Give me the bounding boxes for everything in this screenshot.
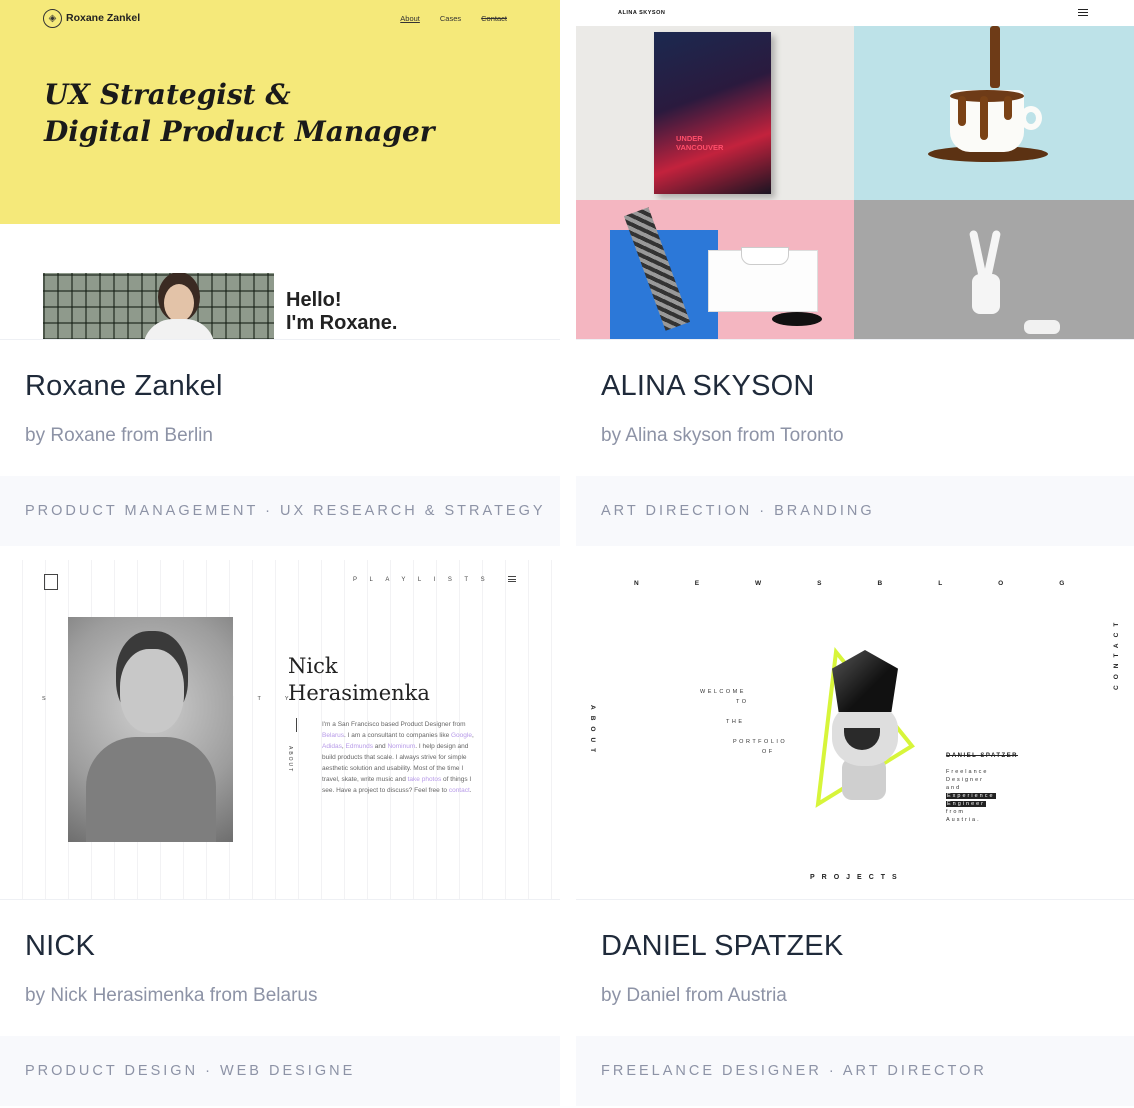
preview-name: DANIEL SPATZER: [946, 753, 1019, 759]
portrait-photo: [43, 273, 274, 339]
preview-projects-link: PROJECTS: [810, 874, 904, 881]
peace-hand-image: [854, 200, 1134, 339]
portrait-photo: [814, 646, 924, 806]
card-preview[interactable]: ◈ Roxane Zankel About Cases Contact UX S…: [0, 0, 560, 340]
card-tags: PRODUCT MANAGEMENT · UX RESEARCH & STRAT…: [0, 476, 560, 546]
card-tags: FREELANCE DESIGNER · ART DIRECTOR: [576, 1036, 1134, 1106]
preview-bio: I'm a San Francisco based Product Design…: [322, 721, 474, 794]
card-title[interactable]: ALINA SKYSON: [601, 370, 1110, 403]
preview-nav: ◈ Roxane Zankel About Cases Contact: [43, 8, 507, 28]
card-byline: by Alina skyson from Toronto: [601, 425, 844, 446]
card-tags: PRODUCT DESIGN · WEB DESIGNE: [0, 1036, 560, 1106]
preview-heading: UX Strategist & Digital Product Manager: [44, 78, 435, 148]
portfolio-card-alina[interactable]: ALINA SKYSON UNDER VANCOUVER ALINA SKYSO…: [576, 0, 1134, 546]
preview-welcome-text: WELCOME TO THE PORTFOLIO OF: [700, 689, 788, 755]
portfolio-card-roxane[interactable]: ◈ Roxane Zankel About Cases Contact UX S…: [0, 0, 560, 546]
preview-contact-label: CONTACT: [1113, 616, 1120, 690]
book-cover-image: UNDER VANCOUVER: [576, 26, 854, 200]
card-info: DANIEL SPATZEK by Daniel from Austria: [576, 900, 1134, 1036]
divider: [296, 718, 297, 732]
preview-name: Nick Herasimenka: [288, 654, 430, 705]
card-preview[interactable]: ALINA SKYSON UNDER VANCOUVER: [576, 0, 1134, 340]
preview-header: ALINA SKYSON: [576, 0, 1134, 26]
preview-brand: ALINA SKYSON: [618, 10, 666, 16]
preview-about-label: ABOUT: [287, 746, 293, 774]
shirt-and-tie-image: [576, 200, 854, 339]
card-info: NICK by Nick Herasimenka from Belarus: [0, 900, 560, 1036]
card-byline: by Daniel from Austria: [601, 985, 787, 1006]
hero-banner: ◈ Roxane Zankel About Cases Contact UX S…: [0, 0, 560, 224]
portfolio-card-daniel[interactable]: NEWSBLOG ABOUT CONTACT WELCOME TO THE PO…: [576, 560, 1134, 1106]
hamburger-icon: [508, 576, 516, 582]
preview-brand: Roxane Zankel: [66, 12, 141, 24]
card-title[interactable]: NICK: [25, 930, 536, 963]
preview-nav-links: About Cases Contact: [400, 14, 507, 23]
card-tags: ART DIRECTION · BRANDING: [576, 476, 1134, 546]
preview-nav-contact: Contact: [481, 13, 507, 23]
portfolio-card-nick[interactable]: PLAYLISTS SIMPLICITY Nick Herasimenka AB…: [0, 560, 560, 1106]
card-preview[interactable]: NEWSBLOG ABOUT CONTACT WELCOME TO THE PO…: [576, 560, 1134, 900]
portrait-photo: [68, 617, 233, 842]
card-title[interactable]: DANIEL SPATZEK: [601, 930, 1110, 963]
preview-nav: NEWSBLOG: [634, 580, 1121, 587]
coffee-cup-image: [854, 26, 1134, 200]
preview-nav-cases: Cases: [439, 13, 462, 23]
preview-about-label: ABOUT: [589, 705, 596, 759]
preview-nav-about: About: [400, 13, 420, 23]
monogram-logo-icon: [44, 574, 58, 590]
card-preview[interactable]: PLAYLISTS SIMPLICITY Nick Herasimenka AB…: [0, 560, 560, 900]
fox-logo-icon: ◈: [43, 8, 62, 28]
hamburger-icon: [1078, 9, 1088, 16]
card-info: ALINA SKYSON by Alina skyson from Toront…: [576, 340, 1134, 476]
preview-nav: PLAYLISTS: [353, 577, 498, 583]
card-byline: by Nick Herasimenka from Belarus: [25, 985, 318, 1006]
card-byline: by Roxane from Berlin: [25, 425, 213, 446]
preview-description: Freelance Designer and Experience Engine…: [946, 769, 996, 823]
card-info: Roxane Zankel by Roxane from Berlin: [0, 340, 560, 476]
card-title[interactable]: Roxane Zankel: [25, 370, 536, 403]
preview-greeting: Hello! I'm Roxane.: [286, 289, 398, 334]
